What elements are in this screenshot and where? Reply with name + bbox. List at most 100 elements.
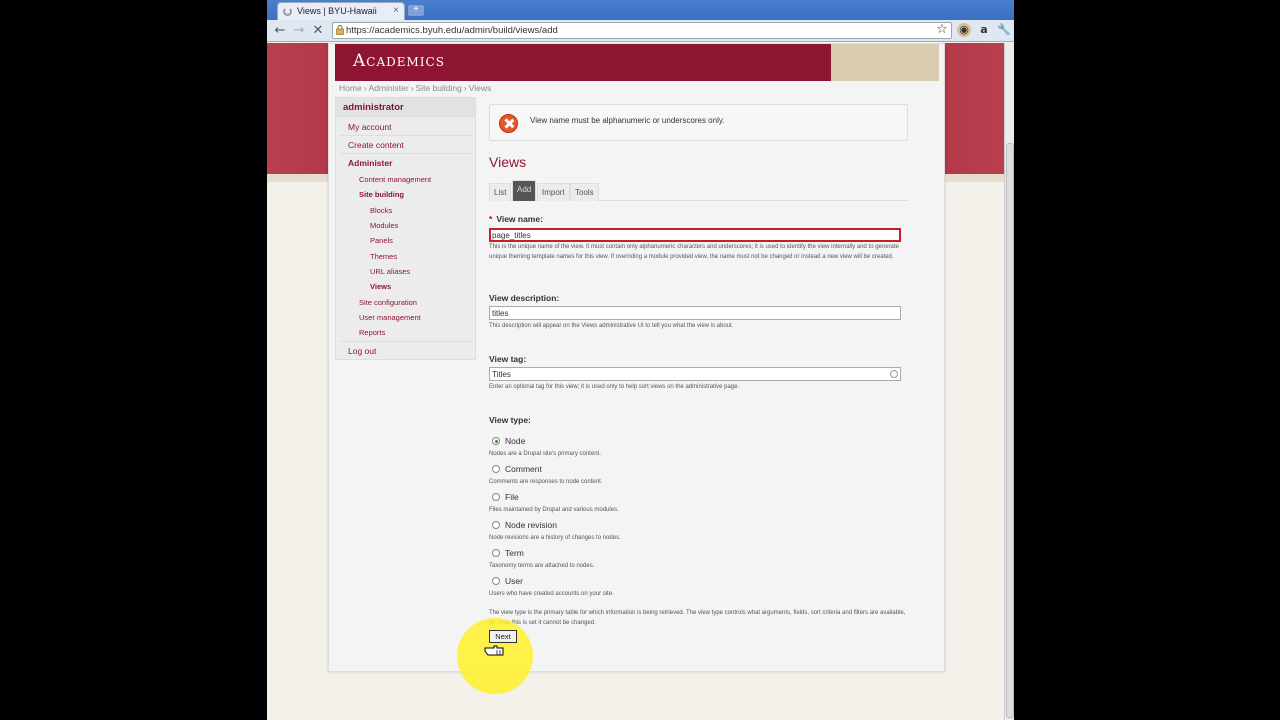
radio-user-desc: Users who have created accounts on your …	[489, 591, 614, 597]
view-description-label: View description:	[489, 293, 560, 303]
site-header: Academics	[335, 44, 939, 81]
view-description-input[interactable]: titles	[489, 306, 901, 320]
radio-label: File	[505, 492, 519, 502]
amazon-icon[interactable]: a	[977, 23, 991, 37]
browser-window: Views | BYU-Hawaii × + ← → ✕ https://aca…	[267, 0, 1014, 720]
tab-bar: List Add Import Tools	[489, 180, 908, 201]
view-type-help: The view type is the primary table for w…	[489, 610, 906, 626]
web-page: Academics Home › Administer › Site building ›…	[267, 43, 1014, 720]
address-bar[interactable]: https://academics.byuh.edu/admin/build/v…	[332, 22, 952, 39]
sidebar-item-site-building[interactable]: Site building	[359, 190, 404, 199]
radio-comment[interactable]: Comment	[492, 464, 542, 474]
lock-icon	[336, 25, 344, 35]
sidebar-item-administer[interactable]: Administer	[348, 158, 392, 168]
divider	[340, 341, 473, 342]
sidebar-item-themes[interactable]: Themes	[370, 252, 397, 261]
new-tab-button[interactable]: +	[408, 5, 424, 16]
autocomplete-icon	[890, 370, 898, 378]
tab-strip: Views | BYU-Hawaii × +	[267, 0, 1014, 20]
tab-import[interactable]: Import	[537, 183, 570, 201]
error-icon	[499, 114, 518, 133]
sidebar-item-site-configuration[interactable]: Site configuration	[359, 298, 417, 307]
tab-tools[interactable]: Tools	[570, 183, 599, 201]
view-tag-label: View tag:	[489, 354, 527, 364]
radio-file[interactable]: File	[492, 492, 519, 502]
divider	[340, 153, 473, 154]
sidebar-user-title: administrator	[336, 98, 475, 117]
radio-button[interactable]	[492, 521, 500, 529]
breadcrumb-separator: ›	[410, 83, 414, 93]
sidebar-item-reports[interactable]: Reports	[359, 328, 385, 337]
radio-node-desc: Nodes are a Drupal site's primary conten…	[489, 451, 601, 457]
extension-icon[interactable]: ◉	[957, 23, 971, 37]
radio-file-desc: Files maintained by Drupal and various m…	[489, 507, 619, 513]
tab-list[interactable]: List	[489, 183, 512, 201]
radio-button[interactable]	[492, 577, 500, 585]
breadcrumb-views[interactable]: Views	[469, 83, 492, 93]
back-icon[interactable]: ←	[272, 23, 288, 39]
radio-button[interactable]	[492, 549, 500, 557]
sidebar-item-views[interactable]: Views	[370, 282, 391, 291]
breadcrumb-separator: ›	[463, 83, 467, 93]
radio-node[interactable]: Node	[492, 436, 525, 446]
radio-comment-desc: Comments are responses to node content.	[489, 479, 603, 485]
close-tab-icon[interactable]: ×	[393, 5, 399, 16]
tab-title: Views | BYU-Hawaii	[297, 6, 377, 16]
site-logo[interactable]: Academics	[353, 51, 445, 71]
view-tag-input[interactable]: Titles	[489, 367, 901, 381]
error-message: View name must be alphanumeric or unders…	[530, 116, 725, 125]
scrollbar-thumb[interactable]	[1006, 143, 1014, 718]
stop-icon[interactable]: ✕	[310, 23, 326, 39]
sidebar-item-panels[interactable]: Panels	[370, 236, 393, 245]
radio-user[interactable]: User	[492, 576, 523, 586]
page-container: Academics Home › Administer › Site building ›…	[328, 43, 945, 672]
error-message-box: View name must be alphanumeric or unders…	[489, 104, 908, 141]
view-type-label: View type:	[489, 415, 531, 425]
breadcrumb-site-building[interactable]: Site building	[416, 83, 462, 93]
url-text: https://academics.byuh.edu/admin/build/v…	[346, 25, 558, 36]
view-name-label: * View name:	[489, 214, 543, 224]
sidebar-item-user-management[interactable]: User management	[359, 313, 421, 322]
bookmark-star-icon[interactable]: ☆	[935, 23, 949, 37]
tab-add[interactable]: Add	[512, 180, 537, 201]
view-tag-help: Enter an optional tag for this view; it …	[489, 384, 740, 390]
sidebar-item-log-out[interactable]: Log out	[348, 346, 376, 356]
header-accent	[831, 44, 939, 81]
forward-icon[interactable]: →	[291, 23, 307, 39]
radio-label: Term	[505, 548, 524, 558]
radio-label: User	[505, 576, 523, 586]
sidebar-item-content-management[interactable]: Content management	[359, 175, 431, 184]
radio-node-revision-desc: Node revisions are a history of changes …	[489, 535, 621, 541]
radio-label: Node	[505, 436, 526, 446]
breadcrumb-separator: ›	[363, 83, 367, 93]
breadcrumb-administer[interactable]: Administer	[369, 83, 409, 93]
radio-button[interactable]	[492, 493, 500, 501]
view-name-input[interactable]: page_titles	[489, 228, 901, 242]
radio-button[interactable]	[492, 437, 500, 445]
view-name-description: This is the unique name of the view. It …	[489, 244, 899, 260]
admin-sidebar: administrator My account Create content …	[335, 97, 476, 360]
breadcrumb: Home › Administer › Site building › Views	[339, 83, 491, 93]
sidebar-item-create-content[interactable]: Create content	[348, 140, 404, 150]
radio-button[interactable]	[492, 465, 500, 473]
loading-icon	[283, 7, 292, 16]
radio-node-revision[interactable]: Node revision	[492, 520, 557, 530]
hand-cursor-icon	[484, 645, 504, 656]
sidebar-item-my-account[interactable]: My account	[348, 122, 391, 132]
divider	[340, 135, 473, 136]
sidebar-item-modules[interactable]: Modules	[370, 221, 398, 230]
sidebar-item-blocks[interactable]: Blocks	[370, 206, 392, 215]
required-mark: *	[489, 214, 493, 224]
browser-tab[interactable]: Views | BYU-Hawaii ×	[277, 2, 405, 20]
view-name-label-text: View name:	[496, 214, 543, 224]
next-button[interactable]: Next	[489, 630, 517, 643]
view-tag-value: Titles	[492, 370, 511, 379]
page-title: Views	[489, 154, 527, 170]
view-description-help: This description will appear on the View…	[489, 323, 734, 329]
radio-term[interactable]: Term	[492, 548, 524, 558]
sidebar-item-url-aliases[interactable]: URL aliases	[370, 267, 410, 276]
page-scrollbar[interactable]	[1004, 43, 1014, 720]
wrench-icon[interactable]: 🔧	[997, 23, 1011, 37]
radio-label: Node revision	[505, 520, 557, 530]
breadcrumb-home[interactable]: Home	[339, 83, 362, 93]
